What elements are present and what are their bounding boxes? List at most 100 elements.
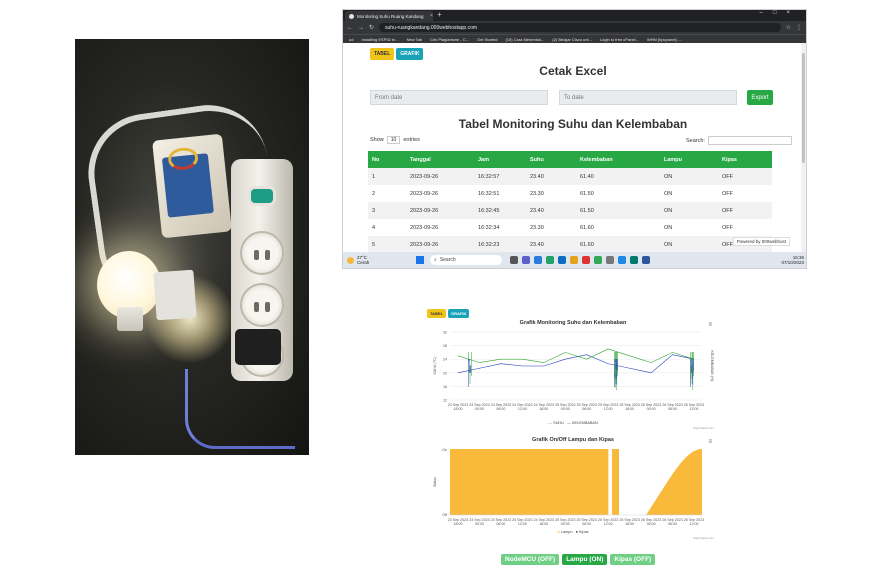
close-tab-icon[interactable]: × [430, 13, 433, 19]
bookmark[interactable]: (15) Cara Menentuk... [505, 37, 544, 42]
cell: ON [664, 190, 673, 197]
bookmark[interactable]: Cek Plagiarisme - C... [430, 37, 469, 42]
window-controls[interactable]: –□× [760, 10, 800, 16]
url-text: suhu-ruangkandang.000webhostapp.com [385, 24, 478, 31]
new-tab-icon[interactable]: + [437, 10, 442, 19]
socket-1 [240, 231, 284, 275]
y-tick-label: 12 [443, 399, 447, 403]
kipas-status-button[interactable]: Kipas (OFF) [610, 554, 656, 565]
export-button[interactable]: Export [747, 90, 773, 105]
store-icon[interactable] [558, 256, 566, 264]
word-icon[interactable] [642, 256, 650, 264]
weather-widget[interactable]: 27°C Cerah [347, 255, 413, 265]
app-icon[interactable] [618, 256, 626, 264]
col-lampu[interactable]: Lampu [660, 151, 718, 168]
from-date-input[interactable]: From date [370, 90, 548, 105]
cell: 61.50 [580, 190, 594, 197]
x-tick-label: 00:00 [561, 522, 570, 526]
entries-select[interactable]: 10 [386, 136, 401, 144]
lampu-area [450, 449, 608, 515]
lampu-area [646, 449, 702, 515]
bookmark[interactable]: Login to free cPanel... [600, 37, 639, 42]
search-input[interactable] [707, 136, 792, 145]
col-kipas[interactable]: Kipas [718, 151, 772, 168]
to-date-input[interactable]: To date [559, 90, 737, 105]
bookmark[interactable]: Installing ESP32 In... [361, 37, 398, 42]
forward-icon[interactable]: → [358, 25, 364, 31]
col-tanggal[interactable]: Tanggal [406, 151, 474, 168]
x-tick-label: 00:00 [647, 522, 656, 526]
menu-dots-icon[interactable]: ⋮ [796, 24, 802, 31]
socket-2 [240, 283, 284, 327]
bookmark[interactable]: (2) Belajar Cisco unt... [552, 37, 592, 42]
app-icon[interactable] [582, 256, 590, 264]
cell: 2023-09-26 [406, 202, 474, 219]
cell: 23.30 [530, 224, 544, 231]
cell: OFF [722, 190, 733, 197]
legend-kelembaban[interactable]: KELEMBABAN [572, 421, 598, 425]
reload-icon[interactable]: ↻ [369, 24, 374, 31]
tab-title: Monitoring Suhu Ruang Kandang [357, 13, 424, 19]
bookmark[interactable]: ud [349, 37, 353, 42]
view-tabs: TABEL GRAFIK [370, 48, 424, 60]
y-tick-label: Off [442, 513, 447, 517]
chrome-icon[interactable] [594, 256, 602, 264]
col-suhu[interactable]: Suhu [526, 151, 576, 168]
series-kelembaban-line [457, 354, 695, 374]
col-jam[interactable]: Jam [474, 151, 526, 168]
legend-suhu[interactable]: SUHU [553, 421, 564, 425]
cell: ON [660, 168, 718, 185]
powered-by-badge[interactable]: Powered by 000webhost [732, 237, 790, 246]
legend-lampu[interactable]: Lampu [561, 530, 573, 534]
app-icon[interactable] [606, 256, 614, 264]
excel-icon[interactable] [546, 256, 554, 264]
windows-start-icon[interactable] [416, 256, 424, 264]
grafik-button[interactable]: GRAFIK [396, 48, 424, 60]
lampu-area [608, 449, 609, 515]
arduino-icon[interactable] [630, 256, 638, 264]
tabel-button[interactable]: TABEL [427, 309, 447, 318]
monitoring-table: No Tanggal Jam Suhu Kelembaban Lampu Kip… [368, 151, 772, 253]
x-tick-label: 18:00 [454, 522, 463, 526]
star-icon[interactable]: ☆ [786, 24, 791, 31]
taskview-icon[interactable] [510, 256, 518, 264]
entries-label: entries [403, 137, 420, 143]
bookmark[interactable]: WHM [hpcpanel] -... [647, 37, 682, 42]
edge-icon[interactable] [534, 256, 542, 264]
y-axis-label: SUHU (°C) [433, 357, 437, 375]
bookmark[interactable]: Get Started [477, 37, 497, 42]
grafik-button[interactable]: GRAFIK [448, 309, 470, 318]
y-tick-label: 32 [443, 331, 447, 335]
chart2-plot: OnOffStatus23 Sep 202318:0024 Sep 202300… [433, 448, 704, 526]
cell: 16:32:51 [478, 190, 500, 197]
tabel-button[interactable]: TABEL [370, 48, 395, 60]
entries-control: Show 10 entries [370, 136, 420, 144]
system-tray[interactable]: 16:36 07/10/2023 [781, 255, 804, 265]
x-tick-label: 06:00 [496, 407, 505, 411]
cell: 4 [372, 224, 376, 231]
cell: 23.40 [526, 168, 576, 185]
url-field[interactable]: suhu-ruangkandang.000webhostapp.com [379, 23, 781, 32]
explorer-icon[interactable] [570, 256, 578, 264]
x-tick-label: 18:00 [625, 407, 634, 411]
page-scrollbar[interactable] [801, 43, 806, 253]
lampu-status-button[interactable]: Lampu (ON) [562, 554, 608, 565]
chat-icon[interactable] [522, 256, 530, 264]
taskbar-search[interactable]: ⌕ Search [430, 255, 502, 265]
y-axis-label: Status [433, 477, 437, 487]
sun-icon [347, 256, 354, 264]
col-kelembaban[interactable]: Kelembaban [576, 151, 660, 168]
browser-tab[interactable]: Monitoring Suhu Ruang Kandang × [345, 11, 433, 21]
x-tick-label: 12:00 [518, 522, 527, 526]
web-page: TABEL GRAFIK Cetak Excel From date To da… [343, 43, 806, 253]
bookmark[interactable]: New Tab [407, 37, 423, 42]
cell: OFF [718, 202, 772, 219]
cell: 2023-09-26 [410, 224, 439, 231]
legend-kipas[interactable]: Kipas [579, 530, 589, 534]
back-icon[interactable]: ← [347, 25, 353, 31]
cetak-excel-title: Cetak Excel [539, 64, 607, 78]
cell: 2023-09-26 [406, 236, 474, 253]
col-no[interactable]: No [368, 151, 406, 168]
cell: ON [660, 236, 718, 253]
nodemcu-status-button[interactable]: NodeMCU (OFF) [501, 554, 560, 565]
